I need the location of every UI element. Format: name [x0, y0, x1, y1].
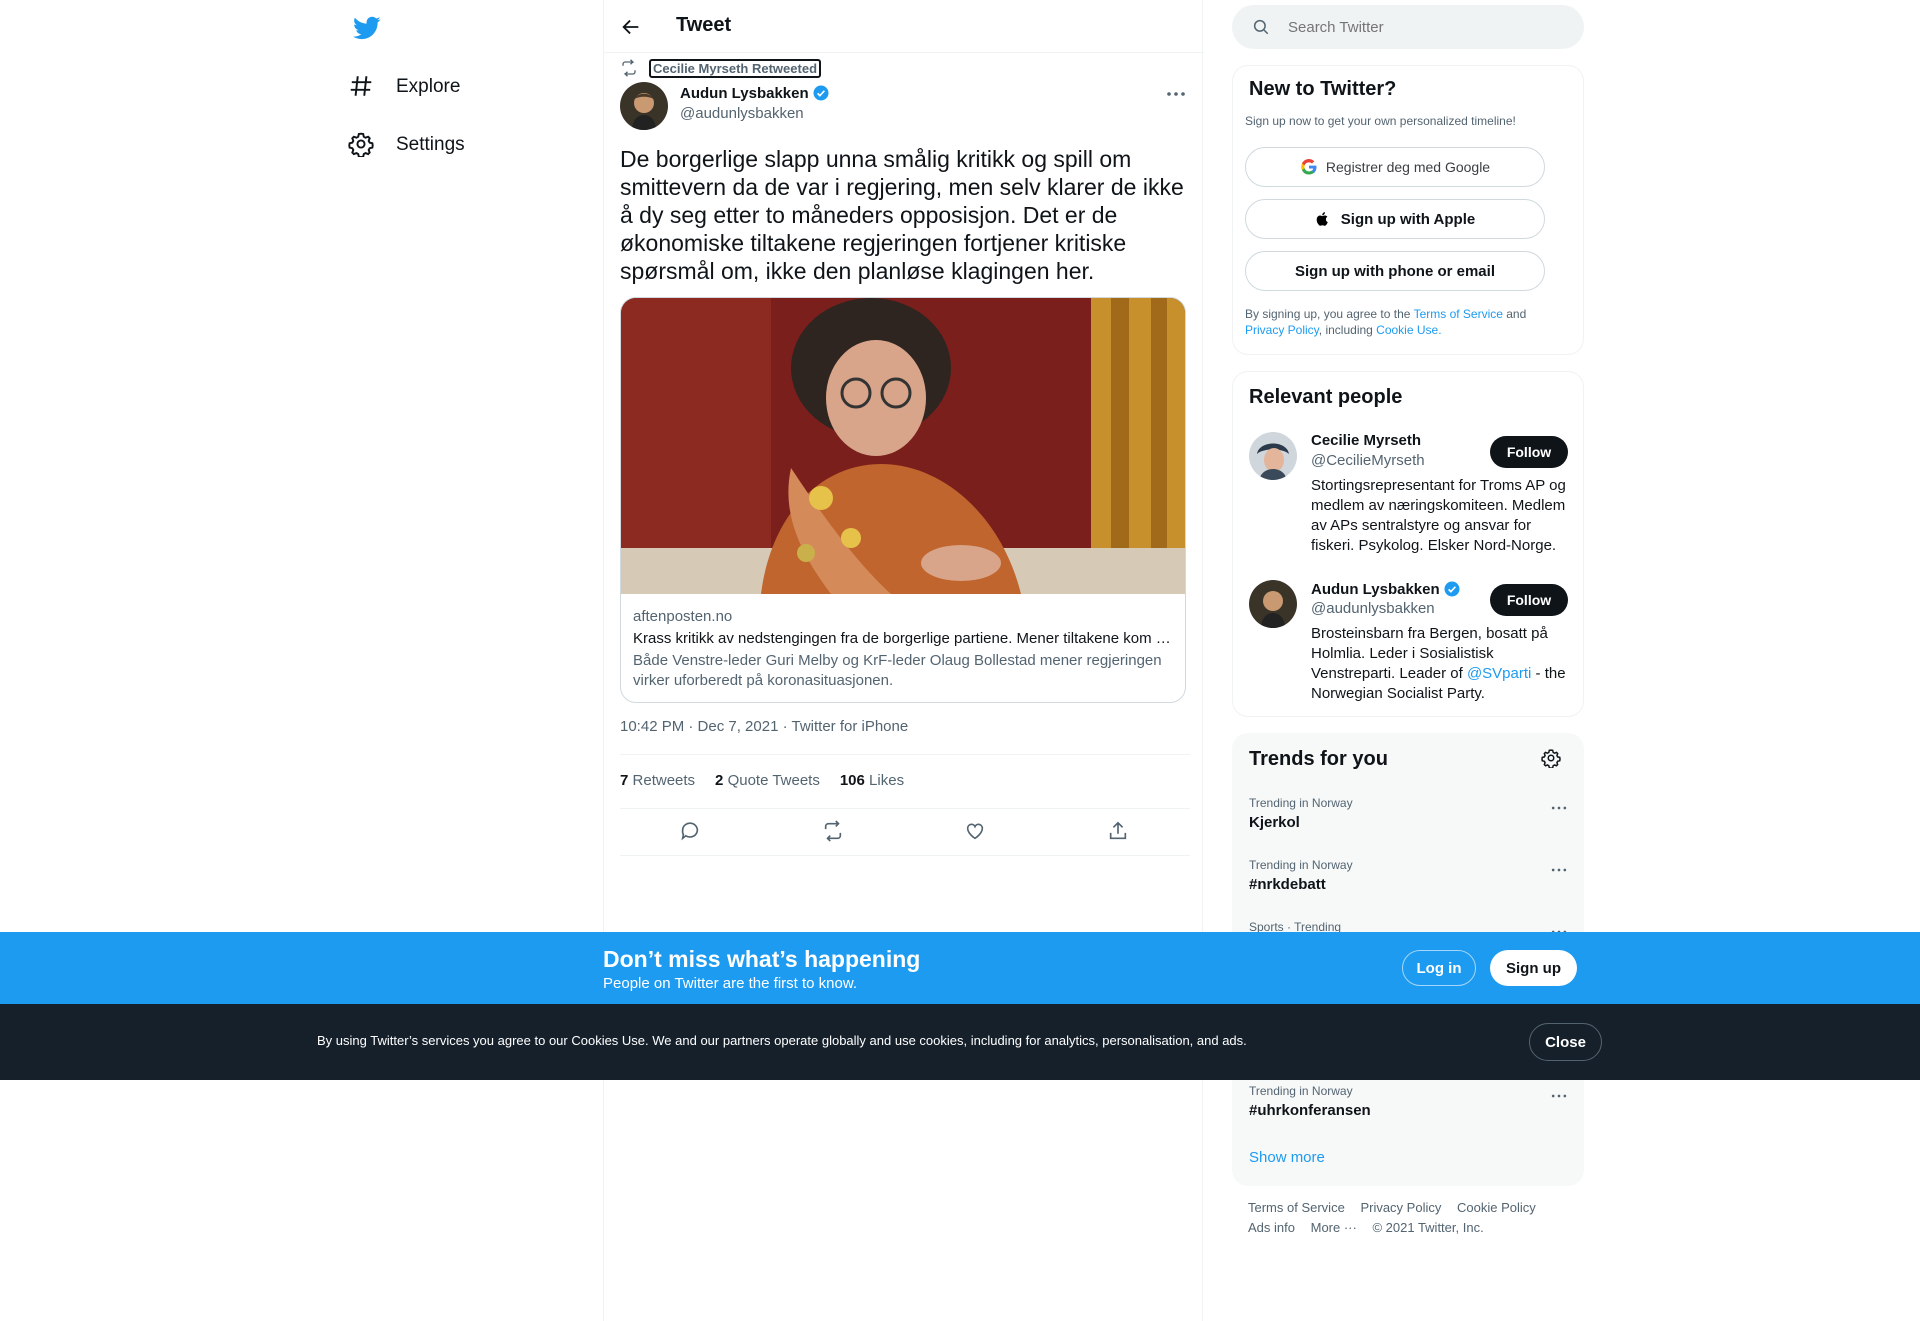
trend-item[interactable]: Trending in Norway #nrkdebatt [1249, 858, 1569, 908]
card-image [621, 298, 1185, 594]
search-bar[interactable] [1232, 5, 1584, 49]
footer-cookie-link[interactable]: Cookie Policy [1457, 1200, 1536, 1215]
panel-title: Trends for you [1249, 748, 1388, 770]
privacy-link[interactable]: Privacy Policy [1245, 323, 1319, 337]
quote-tweets-stat[interactable]: 2 Quote Tweets [715, 772, 820, 789]
search-icon [1252, 18, 1270, 36]
google-signup-button[interactable]: Registrer deg med Google [1245, 147, 1545, 187]
person-handle[interactable]: @CecilieMyrseth [1311, 452, 1425, 469]
footer-copyright: © 2021 Twitter, Inc. [1372, 1220, 1484, 1235]
more-options-icon[interactable] [1164, 84, 1188, 104]
apple-signup-button[interactable]: Sign up with Apple [1245, 199, 1545, 239]
nav-item-settings[interactable]: Settings [348, 119, 568, 171]
author-name[interactable]: Audun Lysbakken [680, 84, 830, 102]
trend-item[interactable]: Trending in Norway #uhrkonferansen [1249, 1084, 1569, 1134]
footer-ads-link[interactable]: Ads info [1248, 1220, 1295, 1235]
banner-title: Don’t miss what’s happening [603, 946, 921, 972]
cookie-banner: By using Twitter’s services you agree to… [0, 1004, 1920, 1080]
panel-title: New to Twitter? [1249, 78, 1397, 100]
like-icon[interactable] [964, 820, 988, 844]
avatar[interactable] [1249, 580, 1297, 628]
close-button[interactable]: Close [1529, 1023, 1602, 1061]
author-handle[interactable]: @audunlysbakken [680, 105, 804, 122]
signup-banner: Don’t miss what’s happening People on Tw… [0, 932, 1920, 1004]
nav-item-label: Settings [396, 134, 465, 155]
person-bio: Brosteinsbarn fra Bergen, bosatt på Holm… [1311, 625, 1566, 702]
footer-privacy-link[interactable]: Privacy Policy [1360, 1200, 1441, 1215]
avatar[interactable] [1249, 432, 1297, 480]
relevant-people-panel: Relevant people Cecilie Myrseth @Cecilie… [1232, 371, 1584, 717]
retweet-icon[interactable] [822, 820, 846, 844]
card-domain: aftenposten.no [633, 608, 733, 625]
avatar[interactable] [620, 82, 668, 130]
nav-item-explore[interactable]: Explore [348, 61, 568, 113]
phone-email-signup-button[interactable]: Sign up with phone or email [1245, 251, 1545, 291]
nav-item-label: Explore [396, 76, 461, 97]
verified-badge-icon [812, 84, 830, 102]
retweeted-by-link[interactable]: Cecilie Myrseth Retweeted [649, 58, 822, 78]
more-options-icon[interactable] [1549, 1086, 1569, 1106]
right-sidebar: New to Twitter? Sign up now to get your … [1232, 0, 1584, 1321]
more-options-icon[interactable] [1549, 860, 1569, 880]
more-options-icon[interactable] [1549, 798, 1569, 818]
card-description: Både Venstre-leder Guri Melby og KrF-led… [633, 652, 1162, 689]
banner-subtitle: People on Twitter are the first to know. [603, 975, 858, 992]
likes-stat[interactable]: 106 Likes [840, 772, 904, 789]
tweet-text: De borgerlige slapp unna smålig kritikk … [620, 146, 1184, 284]
footer-links: Terms of Service Privacy Policy Cookie P… [1248, 1198, 1568, 1238]
terms-link[interactable]: Terms of Service [1414, 307, 1503, 321]
cookie-text: By using Twitter’s services you agree to… [317, 1033, 1247, 1048]
retweets-stat[interactable]: 7 Retweets [620, 772, 695, 789]
header: Tweet [604, 0, 1204, 53]
signup-button[interactable]: Sign up [1490, 950, 1577, 986]
retweet-icon [620, 59, 638, 77]
hashtag-icon [348, 73, 376, 101]
signup-legal-text: By signing up, you agree to the Terms of… [1245, 307, 1527, 337]
footer-terms-link[interactable]: Terms of Service [1248, 1200, 1345, 1215]
link-card[interactable]: aftenposten.no Krass kritikk av nedsteng… [620, 297, 1186, 703]
follow-button[interactable]: Follow [1490, 584, 1568, 616]
gear-icon[interactable] [1541, 748, 1561, 768]
tweet-stats: 7 Retweets 2 Quote Tweets 106 Likes [620, 772, 904, 789]
verified-badge-icon [1443, 580, 1461, 598]
show-more-link[interactable]: Show more [1249, 1149, 1325, 1166]
person-bio: Stortingsrepresentant for Troms AP og me… [1311, 477, 1566, 554]
main-column: Tweet Cecilie Myrseth Retweeted Audun Ly… [603, 0, 1204, 1321]
follow-button[interactable]: Follow [1490, 436, 1568, 468]
person-handle[interactable]: @audunlysbakken [1311, 600, 1435, 617]
twitter-bird-icon[interactable] [352, 14, 382, 42]
login-button[interactable]: Log in [1402, 950, 1476, 986]
arrow-left-icon[interactable] [620, 16, 642, 38]
google-icon [1300, 158, 1318, 176]
left-sidebar: Explore Settings [340, 0, 604, 1321]
tweet-actions [620, 820, 1190, 848]
cookie-use-link[interactable]: Cookie Use. [1376, 323, 1441, 337]
panel-title: Relevant people [1249, 386, 1403, 408]
svparti-link[interactable]: @SVparti [1467, 665, 1531, 682]
new-to-twitter-panel: New to Twitter? Sign up now to get your … [1232, 65, 1584, 355]
divider [620, 855, 1190, 856]
trend-item[interactable]: Trending in Norway Kjerkol [1249, 796, 1569, 846]
apple-icon [1315, 210, 1333, 228]
search-input[interactable] [1288, 5, 1568, 49]
divider [620, 754, 1190, 755]
reply-icon[interactable] [679, 820, 703, 844]
person-name[interactable]: Audun Lysbakken [1311, 580, 1461, 598]
tweet-timestamp[interactable]: 10:42 PM · Dec 7, 2021 · Twitter for iPh… [620, 718, 908, 735]
retweet-context: Cecilie Myrseth Retweeted [620, 58, 822, 78]
share-icon[interactable] [1107, 820, 1131, 844]
footer-more-button[interactable]: More ··· [1311, 1220, 1357, 1235]
card-title: Krass kritikk av nedstengingen fra de bo… [633, 630, 1171, 647]
gear-icon [348, 131, 376, 159]
divider [620, 808, 1190, 809]
panel-subtitle: Sign up now to get your own personalized… [1245, 114, 1516, 128]
person-name[interactable]: Cecilie Myrseth [1311, 432, 1421, 449]
page-title: Tweet [676, 14, 732, 36]
